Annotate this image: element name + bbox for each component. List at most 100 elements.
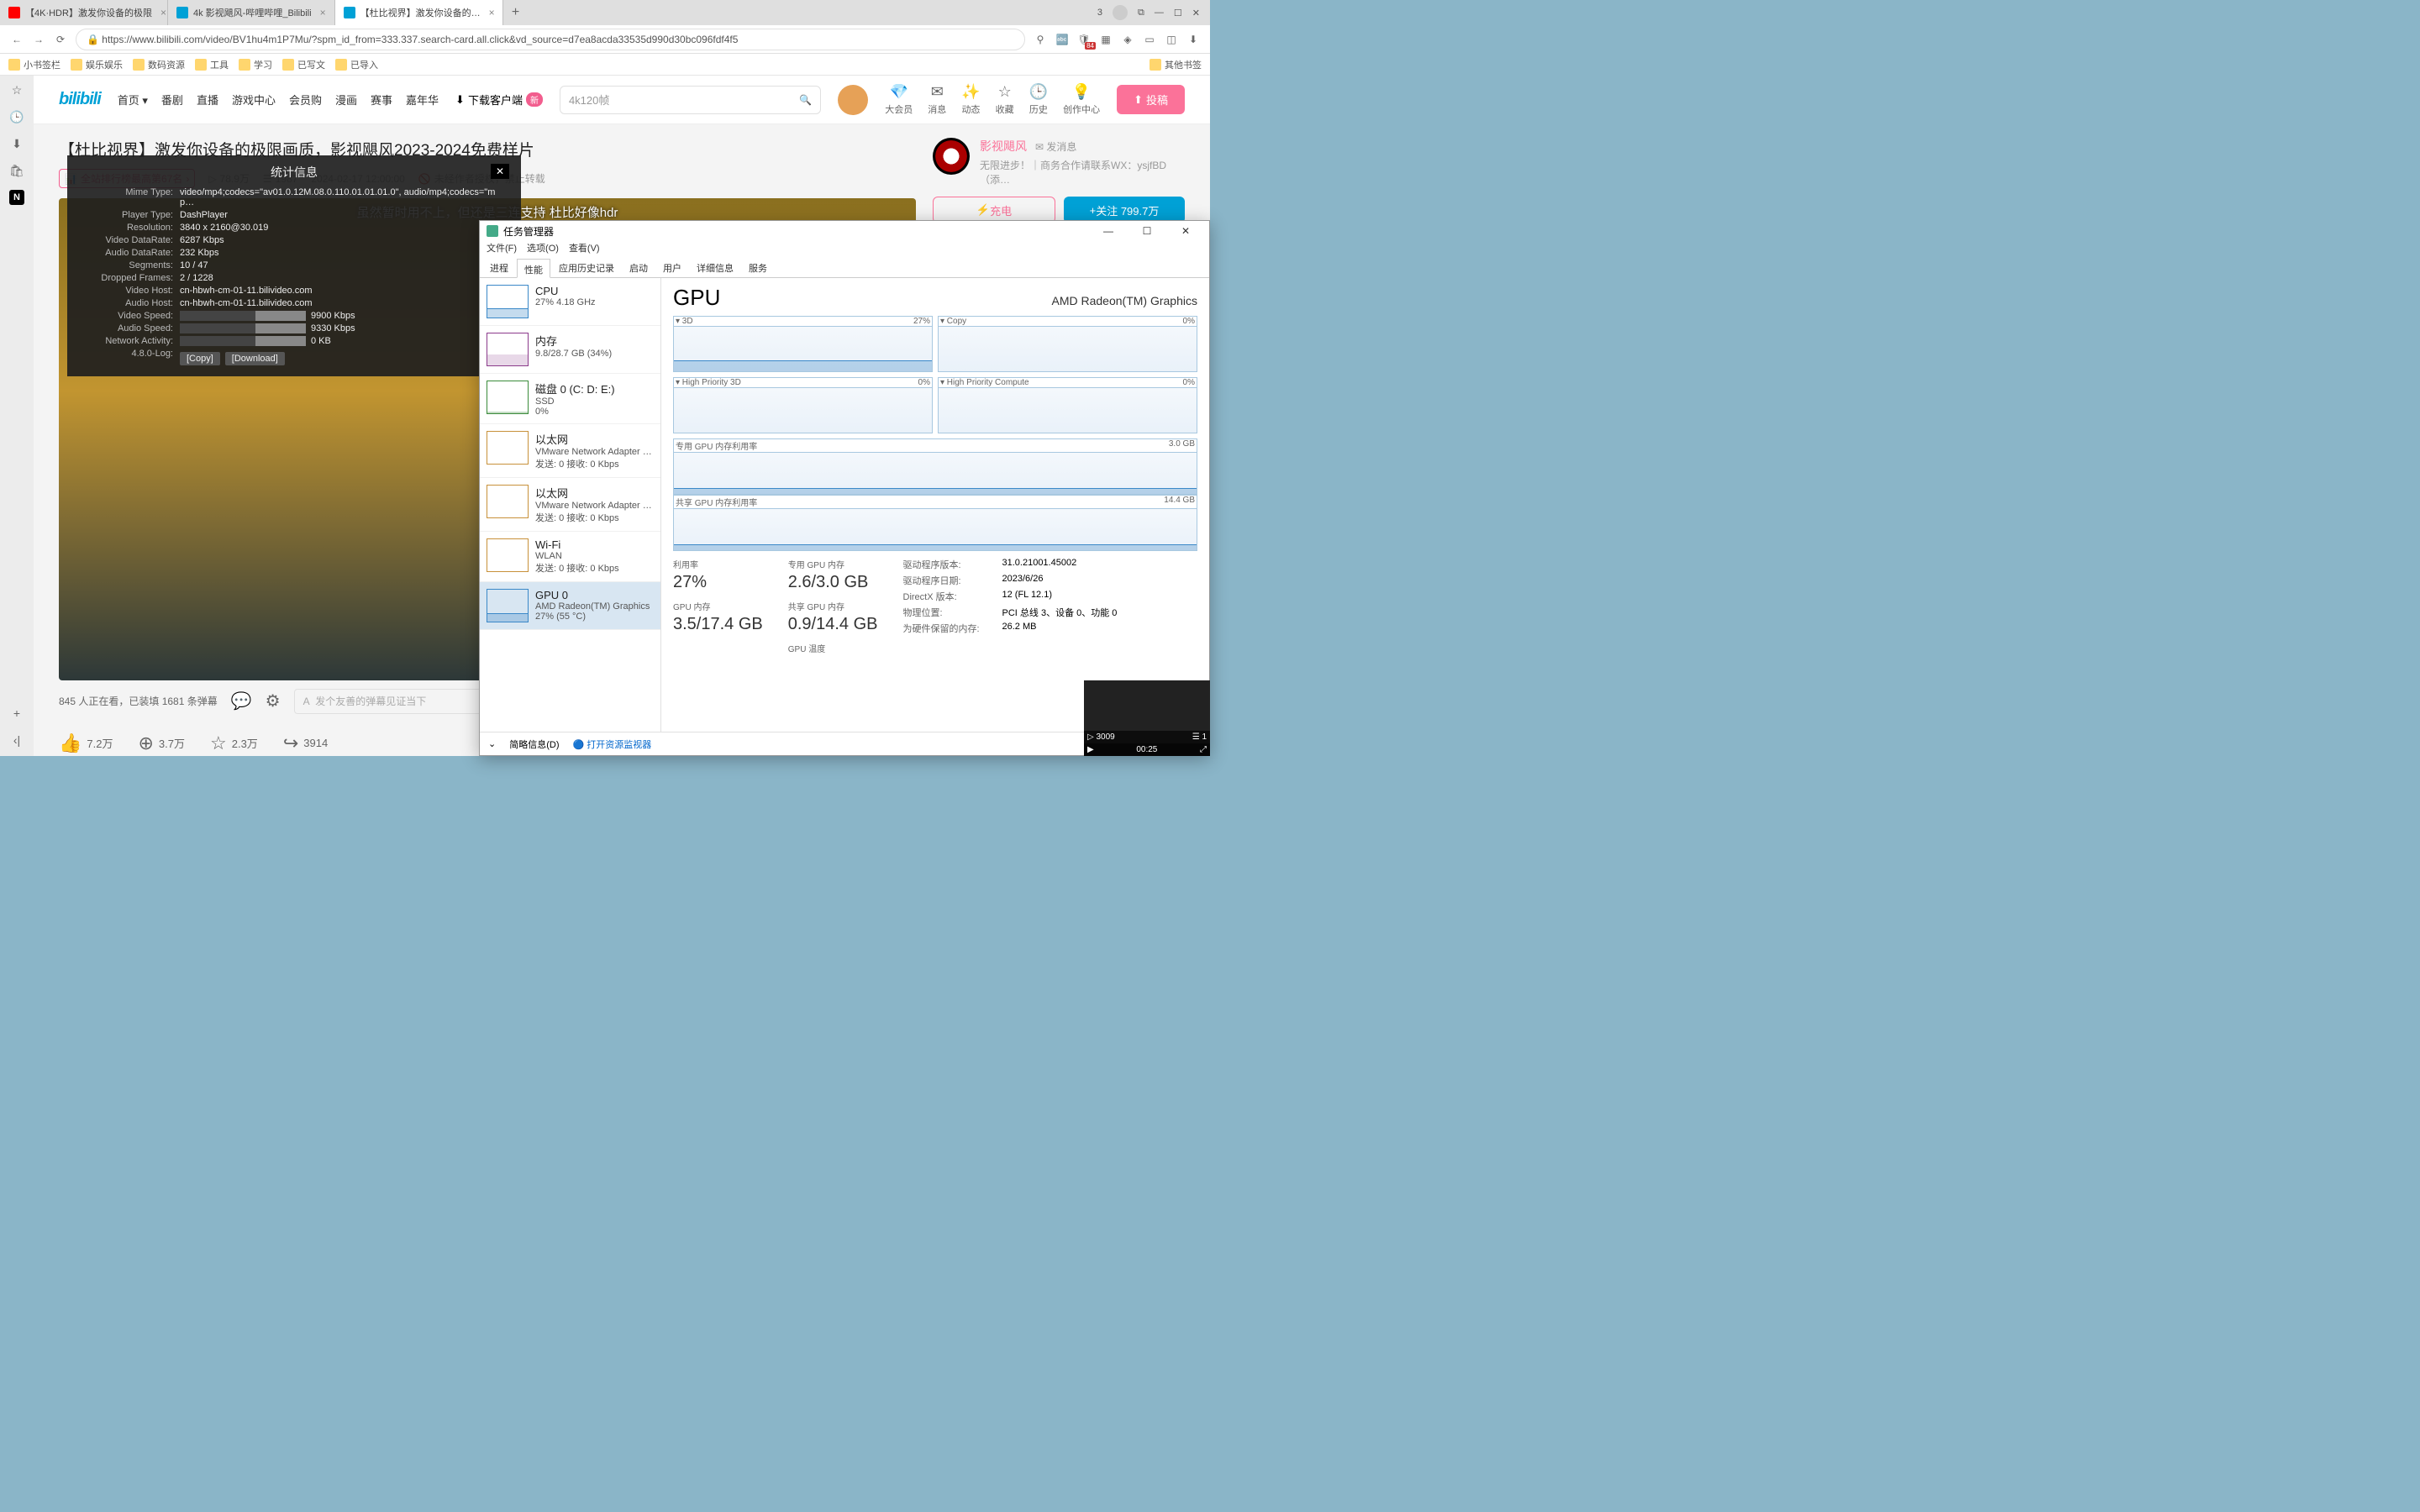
play-icon[interactable]: ▶	[1087, 745, 1094, 754]
perf-item-net[interactable]: Wi-FiWLAN发送: 0 接收: 0 Kbps	[480, 532, 660, 582]
tab-processes[interactable]: 进程	[483, 258, 515, 277]
perf-item-mem[interactable]: 内存9.8/28.7 GB (34%)	[480, 326, 660, 374]
like-button[interactable]: 👍7.2万	[59, 732, 113, 754]
reader-icon[interactable]: ▭	[1143, 33, 1156, 46]
nav-live[interactable]: 直播	[197, 92, 218, 108]
tab-count-badge[interactable]: 3	[1097, 8, 1102, 18]
close-icon[interactable]: ×	[320, 7, 326, 18]
perf-item-gpu[interactable]: GPU 0AMD Radeon(TM) Graphics27% (55 °C)	[480, 582, 660, 630]
download-button[interactable]: [Download]	[225, 352, 285, 365]
tab-performance[interactable]: 性能	[517, 259, 550, 278]
close-icon[interactable]: ✕	[1192, 8, 1200, 18]
favorite-button[interactable]: ☆2.3万	[210, 732, 258, 754]
bookmark-folder[interactable]: 工具	[195, 58, 229, 71]
menu-file[interactable]: 文件(F)	[487, 241, 517, 258]
perf-item-cpu[interactable]: CPU27% 4.18 GHz	[480, 278, 660, 326]
nav-moments[interactable]: ✨动态	[961, 83, 980, 116]
sidebar-icon[interactable]: ◫	[1165, 33, 1178, 46]
new-tab-button[interactable]: +	[503, 0, 529, 25]
bookmark-folder[interactable]: 已写文	[282, 58, 325, 71]
copy-button[interactable]: [Copy]	[180, 352, 220, 365]
close-icon[interactable]: ×	[160, 7, 166, 18]
nav-game[interactable]: 游戏中心	[232, 92, 276, 108]
url-field[interactable]: 🔒 https://www.bilibili.com/video/BV1hu4m…	[76, 29, 1025, 50]
brief-info-link[interactable]: 简略信息(D)	[509, 738, 559, 751]
menu-options[interactable]: 选项(O)	[527, 241, 559, 258]
bookmark-folder[interactable]: 其他书签	[1150, 58, 1202, 71]
bilibili-logo[interactable]: bilibili	[59, 90, 101, 109]
resource-monitor-link[interactable]: 🔵 打开资源监视器	[573, 738, 652, 751]
nav-home[interactable]: 首页 ▾	[118, 92, 148, 108]
minimize-icon[interactable]: —	[1092, 221, 1125, 241]
nav-esports[interactable]: 赛事	[371, 92, 392, 108]
search-icon[interactable]: ⚲	[1034, 33, 1047, 46]
picture-in-picture[interactable]: ▷ 3009☰ 1 ▶00:25⤢	[1084, 680, 1210, 756]
publish-button[interactable]: ⬆投稿	[1117, 85, 1185, 114]
browser-tab-1[interactable]: 4k 影视飓风-哔哩哔哩_Bilibili×	[168, 0, 335, 25]
tab-users[interactable]: 用户	[656, 258, 688, 277]
profile-avatar[interactable]	[1113, 5, 1128, 20]
tab-details[interactable]: 详细信息	[690, 258, 740, 277]
share-button[interactable]: ↪3914	[283, 732, 328, 754]
search-input[interactable]: 4k120帧🔍	[560, 86, 821, 114]
nav-history[interactable]: 🕒历史	[1029, 83, 1048, 116]
nav-shop[interactable]: 会员购	[289, 92, 322, 108]
extension-icon[interactable]: 🛡84	[1077, 33, 1091, 46]
downloads-icon[interactable]: ⬇	[9, 136, 24, 151]
bookmark-folder[interactable]: 小书签栏	[8, 58, 60, 71]
upload-icon: ⬆	[1134, 93, 1143, 107]
perf-item-net[interactable]: 以太网VMware Network Adapter …发送: 0 接收: 0 K…	[480, 478, 660, 532]
maximize-icon[interactable]: ☐	[1174, 8, 1182, 18]
search-icon[interactable]: 🔍	[799, 94, 812, 106]
uploader-name[interactable]: 影视飓风	[980, 139, 1027, 153]
tab-startup[interactable]: 启动	[623, 258, 655, 277]
taskmgr-titlebar[interactable]: 任务管理器 — ☐ ✕	[480, 221, 1209, 241]
cast-icon[interactable]: ◈	[1121, 33, 1134, 46]
nav-messages[interactable]: ✉消息	[928, 83, 946, 116]
nav-favorites[interactable]: ☆收藏	[996, 83, 1014, 116]
minimize-icon[interactable]: —	[1155, 8, 1164, 18]
send-message[interactable]: ✉ 发消息	[1035, 141, 1076, 153]
collapse-icon[interactable]: ⌄	[488, 738, 496, 749]
bookmark-folder[interactable]: 数码资源	[133, 58, 185, 71]
close-icon[interactable]: ×	[489, 7, 495, 18]
perf-item-net[interactable]: 以太网VMware Network Adapter …发送: 0 接收: 0 K…	[480, 424, 660, 478]
download-client[interactable]: ⬇下载客户端新	[455, 92, 543, 108]
collapse-icon[interactable]: ‹|	[9, 732, 24, 748]
nav-anime[interactable]: 番剧	[161, 92, 183, 108]
pip-close-icon[interactable]: ⤢	[1200, 745, 1207, 754]
bookmark-folder[interactable]: 娱乐娱乐	[71, 58, 123, 71]
perf-item-disk[interactable]: 磁盘 0 (C: D: E:)SSD0%	[480, 374, 660, 424]
nav-festival[interactable]: 嘉年华	[406, 92, 439, 108]
uploader-avatar[interactable]	[933, 138, 970, 175]
tab-services[interactable]: 服务	[742, 258, 774, 277]
add-icon[interactable]: +	[9, 706, 24, 721]
danmu-toggle-icon[interactable]: 💬	[231, 690, 252, 711]
forward-icon[interactable]: →	[32, 33, 45, 46]
maximize-icon[interactable]: ☐	[1130, 221, 1164, 241]
back-icon[interactable]: ←	[10, 33, 24, 46]
close-icon[interactable]: ✕	[491, 164, 509, 179]
coin-button[interactable]: ⊕3.7万	[138, 732, 185, 754]
bag-icon[interactable]: 🛍	[9, 163, 24, 178]
reload-icon[interactable]: ⟳	[54, 33, 67, 46]
tab-apphistory[interactable]: 应用历史记录	[552, 258, 621, 277]
bookmark-folder[interactable]: 已导入	[335, 58, 378, 71]
translate-icon[interactable]: 🔤	[1055, 33, 1069, 46]
qr-icon[interactable]: ▦	[1099, 33, 1113, 46]
menu-view[interactable]: 查看(V)	[569, 241, 600, 258]
nav-creator[interactable]: 💡创作中心	[1063, 83, 1100, 116]
user-avatar[interactable]	[838, 85, 868, 115]
restore-icon[interactable]: ⧉	[1138, 8, 1144, 18]
close-icon[interactable]: ✕	[1169, 221, 1202, 241]
nav-manga[interactable]: 漫画	[335, 92, 357, 108]
danmu-settings-icon[interactable]: ⚙	[266, 690, 281, 711]
notion-icon[interactable]: N	[9, 190, 24, 205]
browser-tab-2[interactable]: 【杜比视界】激发你设备的…×	[335, 0, 503, 25]
bookmark-folder[interactable]: 学习	[239, 58, 272, 71]
star-icon[interactable]: ☆	[9, 82, 24, 97]
browser-tab-0[interactable]: 【4K·HDR】激发你设备的极限×	[0, 0, 168, 25]
history-icon[interactable]: 🕒	[9, 109, 24, 124]
nav-vip[interactable]: 💎大会员	[885, 83, 913, 116]
download-icon[interactable]: ⬇	[1186, 33, 1200, 46]
